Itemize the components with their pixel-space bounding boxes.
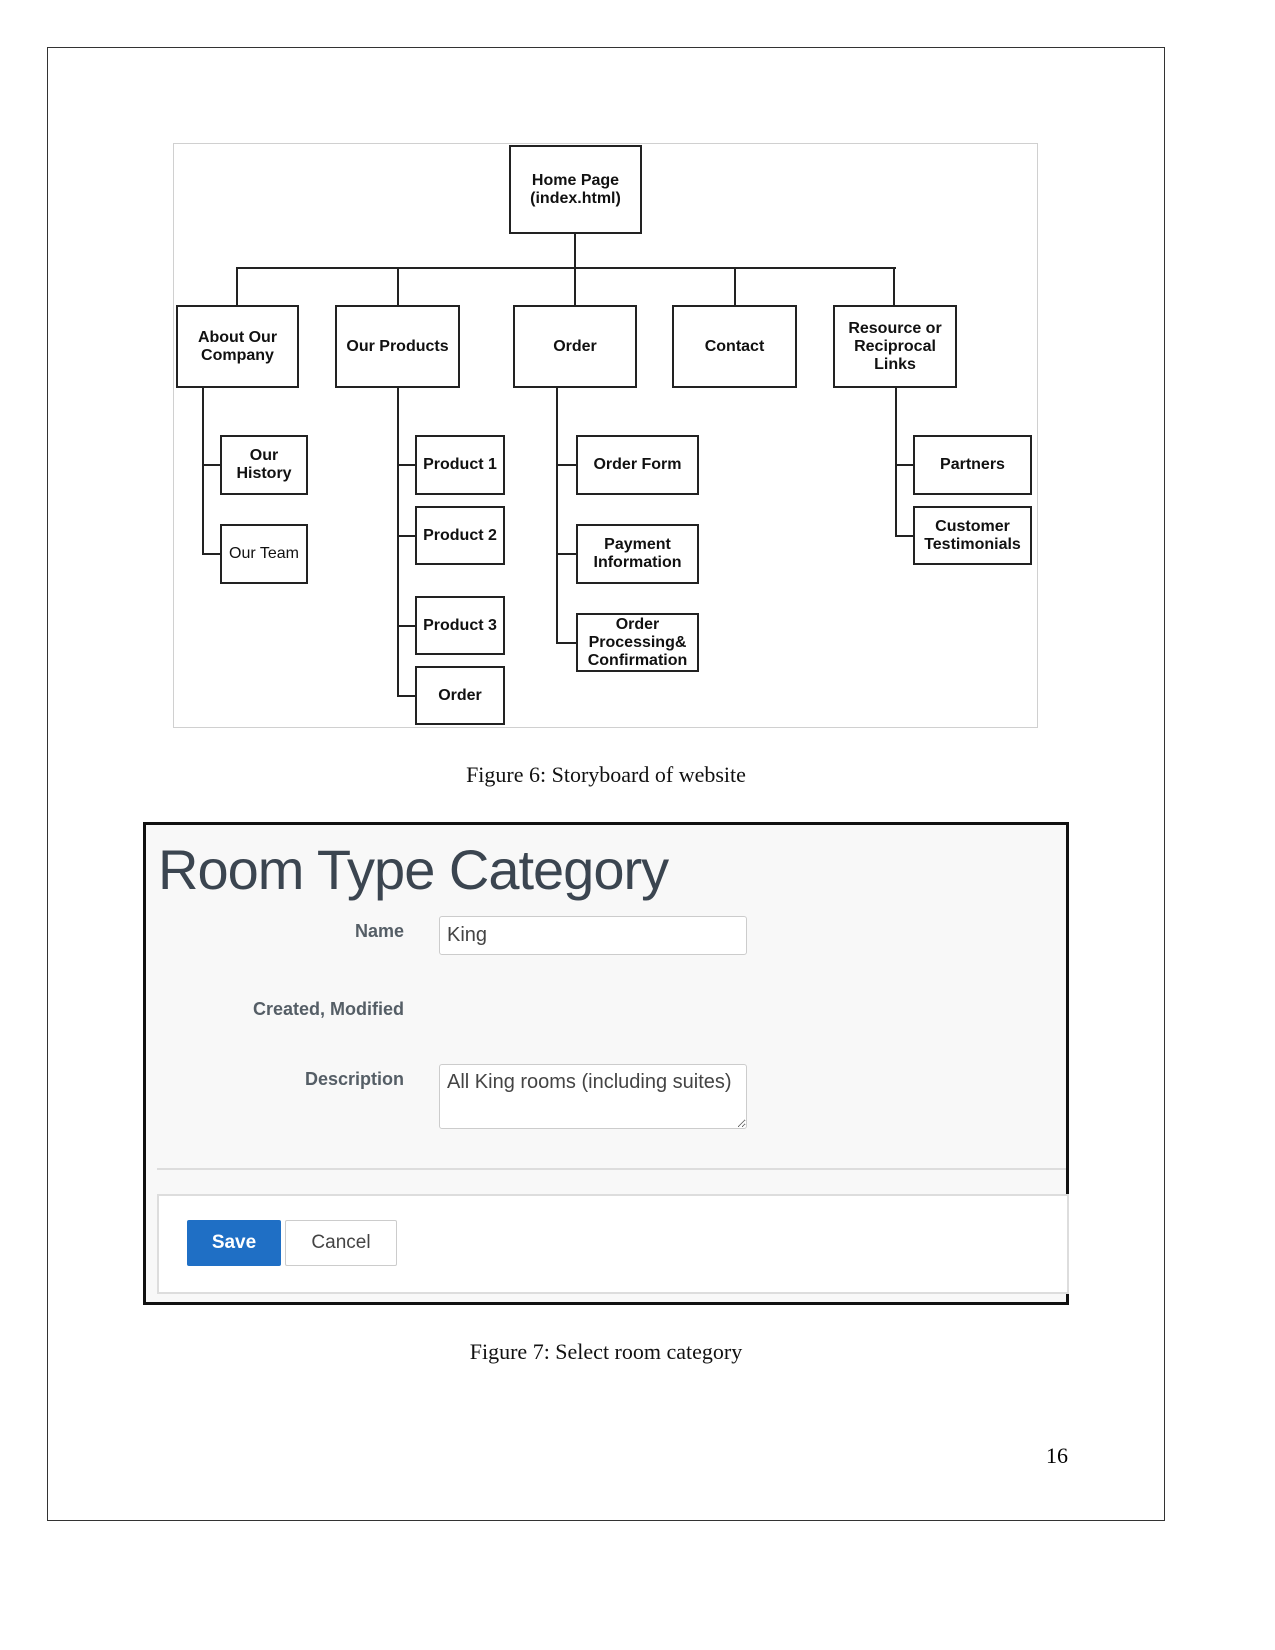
save-button[interactable]: Save bbox=[187, 1220, 281, 1266]
section-node: About Our Company bbox=[176, 305, 299, 388]
divider bbox=[157, 1168, 1066, 1170]
created-modified-label: Created, Modified bbox=[252, 999, 404, 1019]
child-node: Product 3 bbox=[415, 596, 505, 655]
connector-line bbox=[896, 464, 913, 466]
child-node: Our History bbox=[220, 435, 308, 495]
connector-line bbox=[397, 388, 399, 697]
connector-line bbox=[236, 267, 896, 269]
child-node: Order Processing& Confirmation bbox=[576, 613, 699, 672]
connector-line bbox=[398, 464, 415, 466]
root-node: Home Page (index.html) bbox=[509, 145, 642, 234]
connector-line bbox=[203, 464, 220, 466]
connector-line bbox=[398, 625, 415, 627]
form-title: Room Type Category bbox=[158, 838, 669, 901]
connector-line bbox=[557, 642, 576, 644]
connector-line bbox=[574, 268, 576, 305]
connector-line bbox=[398, 695, 415, 697]
connector-line bbox=[895, 388, 897, 537]
child-node: Customer Testimonials bbox=[913, 506, 1032, 565]
child-node: Product 2 bbox=[415, 506, 505, 565]
connector-line bbox=[557, 553, 576, 555]
form-actions: Save Cancel bbox=[157, 1194, 1069, 1294]
connector-line bbox=[202, 388, 204, 555]
cancel-button[interactable]: Cancel bbox=[285, 1220, 397, 1266]
connector-line bbox=[734, 268, 736, 305]
connector-line bbox=[236, 268, 238, 305]
connector-line bbox=[556, 388, 558, 644]
name-input[interactable] bbox=[439, 916, 747, 955]
connector-line bbox=[397, 268, 399, 305]
description-label: Description bbox=[304, 1069, 404, 1089]
section-node: Contact bbox=[672, 305, 797, 388]
child-node: Partners bbox=[913, 435, 1032, 495]
room-type-category-form: Room Type Category Name Created, Modifie… bbox=[143, 822, 1069, 1305]
section-node: Order bbox=[513, 305, 637, 388]
child-node: Order bbox=[415, 666, 505, 725]
name-label: Name bbox=[354, 921, 404, 941]
connector-line bbox=[557, 464, 576, 466]
child-node: Our Team bbox=[220, 524, 308, 584]
figure-6-caption: Figure 6: Storyboard of website bbox=[466, 762, 746, 787]
section-node: Our Products bbox=[335, 305, 460, 388]
page-number: 16 bbox=[1046, 1443, 1068, 1468]
child-node: Product 1 bbox=[415, 435, 505, 495]
connector-line bbox=[893, 268, 895, 305]
figure-7-caption: Figure 7: Select room category bbox=[469, 1339, 743, 1364]
connector-line bbox=[896, 535, 913, 537]
description-textarea[interactable]: All King rooms (including suites) bbox=[439, 1064, 747, 1129]
connector-line bbox=[398, 535, 415, 537]
child-node: Order Form bbox=[576, 435, 699, 495]
connector-line bbox=[203, 553, 220, 555]
section-node: Resource or Reciprocal Links bbox=[833, 305, 957, 388]
child-node: Payment Information bbox=[576, 524, 699, 584]
connector-line bbox=[574, 234, 576, 268]
